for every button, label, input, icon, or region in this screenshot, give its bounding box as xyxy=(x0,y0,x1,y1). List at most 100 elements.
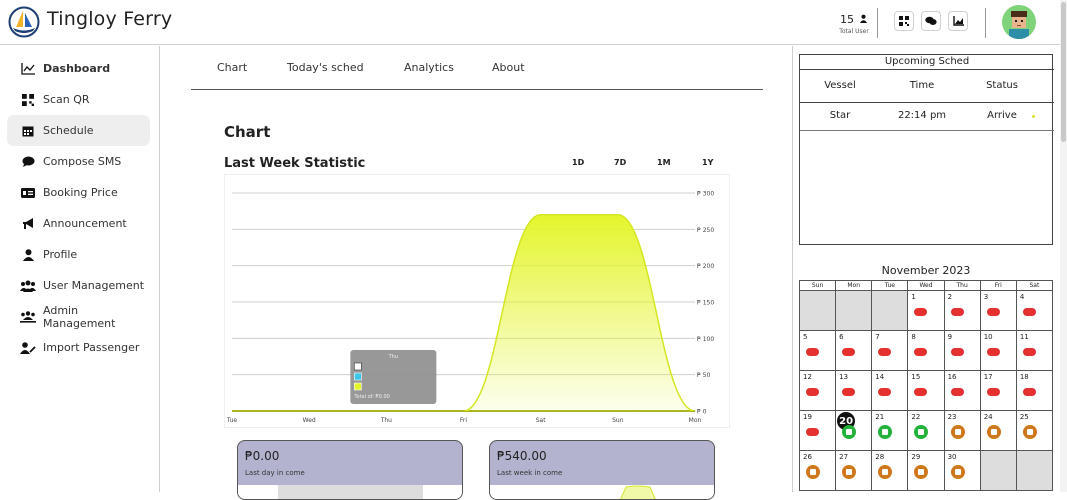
calendar-empty-cell xyxy=(1015,450,1054,491)
calendar-day-number: 3 xyxy=(983,293,989,301)
range-1y-button[interactable]: 1Y xyxy=(702,158,713,167)
unavailable-badge xyxy=(986,308,1000,316)
calendar-day-cell[interactable]: 1 xyxy=(907,290,945,331)
calendar-day-cell[interactable]: 4 xyxy=(1015,290,1054,331)
calendar-day-number: 14 xyxy=(875,373,885,381)
sidebar-item-dashboard[interactable]: Dashboard xyxy=(7,53,150,84)
upcoming-title: Upcoming Sched xyxy=(884,56,970,67)
calendar-day-cell[interactable]: 21 xyxy=(871,410,909,451)
calendar-day-cell[interactable]: 15 xyxy=(907,370,945,411)
avatar[interactable] xyxy=(1002,5,1036,39)
calendar-day-cell[interactable]: 20 xyxy=(835,410,873,451)
unavailable-badge xyxy=(1022,388,1036,396)
calendar-day-header: Sun xyxy=(798,280,837,291)
main-content: Chart Today's sched Analytics About Char… xyxy=(161,46,791,500)
calendar-week: 12 13 14 15 16 17 18 xyxy=(798,370,1054,411)
sidebar-item-admin-management[interactable]: Admin Management xyxy=(7,301,150,332)
ferry-logo-icon xyxy=(8,6,40,38)
messages-button[interactable] xyxy=(921,11,941,31)
calendar-day-cell[interactable]: 19 xyxy=(798,410,837,451)
scheduled-badge xyxy=(914,465,929,479)
calendar-empty-cell xyxy=(979,450,1017,491)
tab-analytics[interactable]: Analytics xyxy=(404,61,454,74)
calendar-day-cell[interactable]: 12 xyxy=(798,370,837,411)
calendar-day-cell[interactable]: 13 xyxy=(835,370,873,411)
calendar-week: 5 6 7 8 9 10 11 xyxy=(798,330,1054,371)
data-point xyxy=(308,410,310,412)
sidebar-item-label: Schedule xyxy=(43,124,94,137)
calendar-week: 26 27 28 29 30 xyxy=(798,450,1054,491)
calendar-day-cell[interactable]: 8 xyxy=(907,330,945,371)
avatar-image xyxy=(1009,11,1029,39)
sidebar-item-scan-qr[interactable]: Scan QR xyxy=(7,84,150,115)
qr-icon xyxy=(899,16,909,26)
range-1m-button[interactable]: 1M xyxy=(657,158,671,167)
data-point xyxy=(385,410,387,412)
x-tick-label: Sun xyxy=(612,417,624,424)
unavailable-badge xyxy=(878,388,892,396)
area-chart: ₱ 0 ₱ 50 ₱ 100 ₱ 150 ₱ 200 ₱ 250 ₱ 300 Tue Wed Th… xyxy=(226,191,714,425)
col-header-status: Status xyxy=(986,80,1018,91)
tab-chart[interactable]: Chart xyxy=(217,61,247,74)
calendar-day-cell[interactable]: 28 xyxy=(871,450,909,491)
tab-about[interactable]: About xyxy=(492,61,525,74)
calendar-day-cell[interactable]: 16 xyxy=(943,370,981,411)
calendar-day-cell[interactable]: 5 xyxy=(798,330,837,371)
calendar-day-cell[interactable]: 22 xyxy=(907,410,945,451)
scheduled-badge xyxy=(878,465,893,479)
card-chart-area xyxy=(238,485,462,499)
range-1d-button[interactable]: 1D xyxy=(572,158,584,167)
divider xyxy=(985,8,986,38)
calendar-day-number: 5 xyxy=(803,333,808,341)
scrollbar-thumb[interactable] xyxy=(1061,2,1066,142)
calendar-day-cell[interactable]: 3 xyxy=(979,290,1017,331)
calendar-day-cell[interactable]: 23 xyxy=(943,410,981,451)
divider xyxy=(877,8,878,38)
calendar-day-cell[interactable]: 29 xyxy=(907,450,945,491)
unavailable-badge xyxy=(914,308,928,316)
range-7d-button[interactable]: 7D xyxy=(614,158,626,167)
calendar-day-number: 15 xyxy=(911,373,921,381)
scheduled-badge xyxy=(986,425,1001,439)
sidebar-item-user-management[interactable]: User Management xyxy=(7,270,150,301)
calendar-day-number: 21 xyxy=(875,413,885,421)
unavailable-badge xyxy=(1022,308,1036,316)
calendar-day-cell[interactable]: 7 xyxy=(871,330,909,371)
total-user-count: 15 Total User xyxy=(832,8,876,35)
sidebar-item-label: Profile xyxy=(43,248,78,261)
money-icon xyxy=(20,185,36,201)
calendar-day-cell[interactable]: 18 xyxy=(1015,370,1054,411)
calendar-day-cell[interactable]: 26 xyxy=(798,450,837,491)
sidebar-item-booking-price[interactable]: Booking Price xyxy=(7,177,150,208)
page-scrollbar[interactable] xyxy=(1060,0,1067,492)
analytics-button[interactable] xyxy=(948,11,968,31)
calendar-day-cell[interactable]: 9 xyxy=(943,330,981,371)
status-cell: Arrive xyxy=(987,110,1017,121)
qr-button[interactable] xyxy=(894,11,914,31)
sidebar-item-compose-sms[interactable]: Compose SMS xyxy=(7,146,150,177)
calendar-day-number: 11 xyxy=(1019,333,1029,341)
sidebar-item-import-passenger[interactable]: Import Passenger xyxy=(7,332,150,363)
calendar-day-cell[interactable]: 6 xyxy=(835,330,873,371)
calendar-day-cell[interactable]: 30 xyxy=(943,450,981,491)
sidebar-item-profile[interactable]: Profile xyxy=(7,239,150,270)
sidebar-item-schedule[interactable]: Schedule xyxy=(7,115,150,146)
calendar-day-cell[interactable]: 25 xyxy=(1015,410,1054,451)
calendar-day-cell[interactable]: 17 xyxy=(979,370,1017,411)
calendar-day-cell[interactable]: 11 xyxy=(1015,330,1054,371)
sidebar-item-label: Announcement xyxy=(43,217,127,230)
calendar-day-cell[interactable]: 27 xyxy=(835,450,873,491)
calendar-day-cell[interactable]: 14 xyxy=(871,370,909,411)
sidebar-item-announcement[interactable]: Announcement xyxy=(7,208,150,239)
right-panel: Upcoming Sched Vessel Time Status Star 2… xyxy=(792,46,1060,492)
calendar-day-number: 16 xyxy=(947,373,957,381)
calendar-day-number: 7 xyxy=(875,333,880,341)
tab-todays-sched[interactable]: Today's sched xyxy=(287,61,364,74)
calendar-day-number: 26 xyxy=(803,453,812,461)
x-tick-label: Fri xyxy=(460,417,467,424)
sidebar: Dashboard Scan QR Schedule Compose SMS B… xyxy=(0,46,160,492)
scheduled-badge xyxy=(842,465,857,479)
calendar-day-cell[interactable]: 24 xyxy=(979,410,1017,451)
calendar-day-cell[interactable]: 10 xyxy=(979,330,1017,371)
calendar-day-cell[interactable]: 2 xyxy=(943,290,981,331)
